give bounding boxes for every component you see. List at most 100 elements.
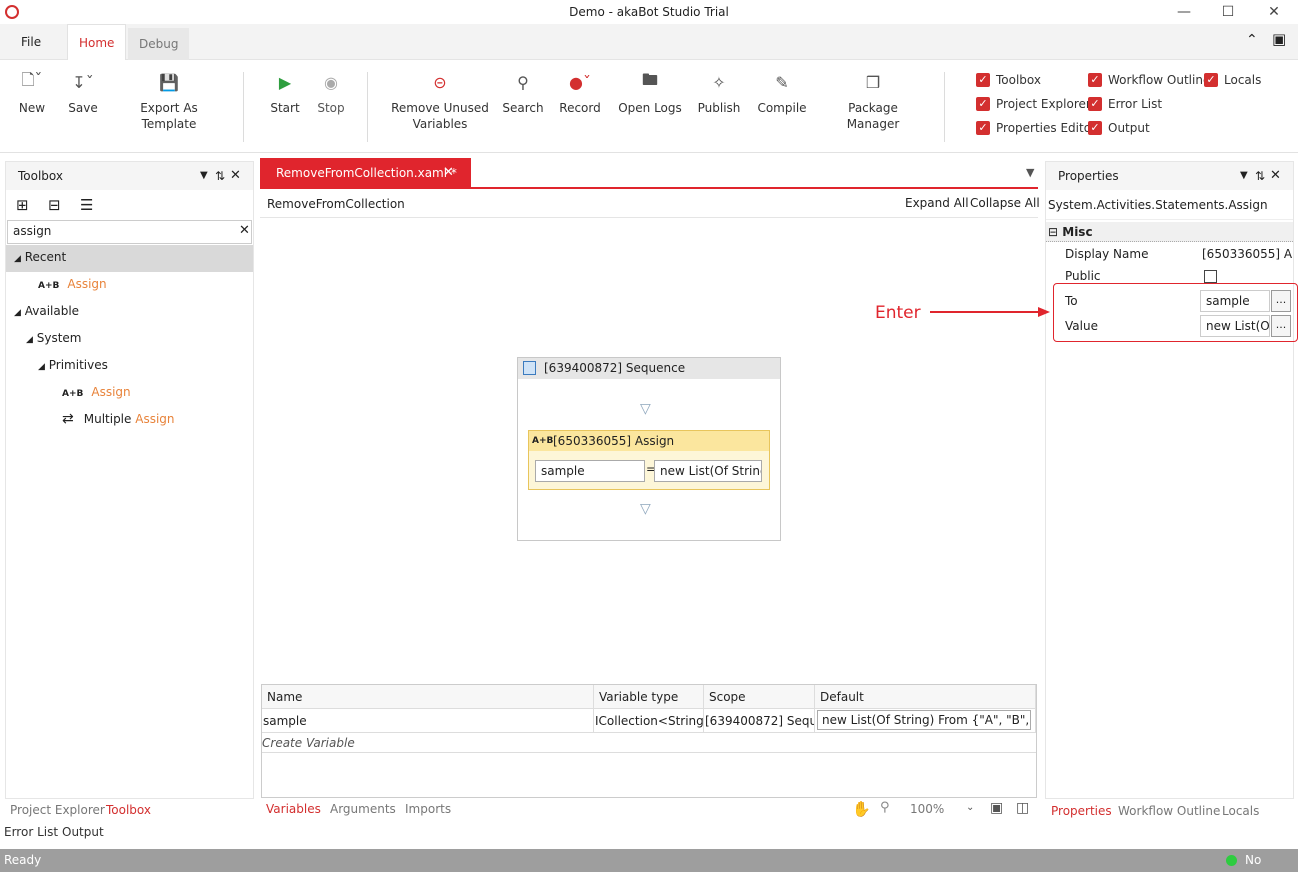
category-misc[interactable]: ⊟ Misc [1046, 222, 1293, 242]
properties-type: System.Activities.Statements.Assign [1046, 190, 1293, 220]
tab-project-explorer[interactable]: Project Explorer [10, 803, 105, 817]
zoom-dropdown-icon[interactable]: ⌄ [966, 802, 974, 813]
stop-button[interactable]: ◉ Stop [312, 68, 350, 116]
close-panel-icon[interactable]: ✕ [230, 162, 241, 190]
collapse-icon: ⊟ [1048, 225, 1059, 239]
tab-file[interactable]: File [10, 24, 52, 60]
toggle-toolbox[interactable]: ✓ Toolbox [976, 71, 1041, 89]
column-header[interactable]: Variable type [594, 685, 704, 709]
tab-error-list[interactable]: Error List [4, 825, 58, 839]
zoom-level[interactable]: 100% [910, 802, 944, 816]
new-file-icon: 🗋ˇ [21, 69, 43, 89]
assign-icon: A+B [532, 436, 554, 446]
tab-debug[interactable]: Debug [128, 28, 190, 60]
variable-scope-cell[interactable]: [639400872] Sequen [704, 709, 815, 733]
fit-to-screen-icon[interactable]: ▣ [990, 800, 1003, 816]
toggle-locals[interactable]: ✓ Locals [1204, 71, 1261, 89]
toolbox-item-assign-recent[interactable]: A+B Assign [6, 272, 253, 299]
expand-all-icon[interactable]: ⊞ [16, 196, 29, 214]
checkbox-checked-icon: ✓ [1088, 121, 1102, 135]
variable-name-cell[interactable]: sample [262, 709, 594, 733]
export-template-button[interactable]: 💾 Export As Template [114, 68, 224, 132]
variable-type-cell[interactable]: ICollection<String> [594, 709, 704, 733]
overview-icon[interactable]: ◫ [1016, 800, 1029, 816]
list-view-icon[interactable]: ☰ [80, 196, 93, 214]
collapse-ribbon-icon[interactable]: ⌃ [1246, 32, 1258, 48]
remove-unused-variables-button[interactable]: ⊝ Remove Unused Variables [390, 68, 490, 132]
toggle-output[interactable]: ✓ Output [1088, 119, 1150, 137]
public-checkbox[interactable] [1204, 270, 1217, 283]
tab-home[interactable]: Home [67, 24, 127, 61]
toggle-project-explorer[interactable]: ✓ Project Explorer [976, 95, 1091, 113]
toolbox-item-multiple-assign[interactable]: ⇄ Multiple Assign [6, 407, 253, 432]
column-header[interactable]: Default [815, 685, 1036, 709]
start-button[interactable]: ▶ Start [266, 68, 304, 116]
tab-properties[interactable]: Properties [1051, 804, 1112, 818]
feedback-icon[interactable]: ▣ [1272, 30, 1286, 48]
publish-button[interactable]: ✧ Publish [697, 68, 741, 116]
collapse-all-icon[interactable]: ⊟ [48, 196, 61, 214]
document-tab[interactable]: RemoveFromCollection.xaml * ✕ [260, 158, 471, 188]
pin-icon[interactable]: ⇅ [1255, 162, 1265, 190]
assign-to-field[interactable]: sample [535, 460, 645, 482]
open-logs-button[interactable]: 🖿 Open Logs [618, 68, 682, 116]
tab-list-dropdown-icon[interactable]: ▼ [1026, 166, 1034, 179]
expand-all-link[interactable]: Expand All [905, 196, 969, 210]
tree-node-available[interactable]: ◢ Available [6, 299, 253, 326]
column-header[interactable]: Scope [704, 685, 815, 709]
compile-button[interactable]: ✎ Compile [757, 68, 807, 116]
record-button[interactable]: ●ˇ Record [558, 68, 602, 116]
stop-icon: ◉ [324, 72, 338, 92]
collapse-all-link[interactable]: Collapse All [970, 196, 1040, 210]
minimize-icon[interactable]: — [1174, 2, 1194, 22]
assign-icon: A+B [38, 281, 60, 291]
close-panel-icon[interactable]: ✕ [1270, 162, 1281, 190]
toolbox-search-input[interactable]: assign ✕ [7, 220, 252, 244]
save-button[interactable]: ↧ˇ Save [64, 68, 102, 116]
tree-node-system[interactable]: ◢ System [6, 326, 253, 353]
tab-imports[interactable]: Imports [405, 802, 451, 816]
folder-icon: 🖿 [641, 69, 658, 89]
tab-locals[interactable]: Locals [1222, 804, 1259, 818]
expanded-triangle-icon: ◢ [14, 254, 21, 264]
highlight-box [1053, 283, 1298, 342]
dropdown-icon[interactable]: ▼ [1240, 162, 1248, 190]
search-icon: ⚲ [517, 72, 529, 92]
toggle-properties-editor[interactable]: ✓ Properties Editor [976, 119, 1096, 137]
hand-pan-icon[interactable]: ✋ [852, 800, 871, 818]
tree-node-primitives[interactable]: ◢ Primitives [6, 353, 253, 380]
new-button[interactable]: 🗋ˇ New [14, 68, 50, 116]
variable-default-cell[interactable]: new List(Of String) From {"A", "B", "C"} [815, 709, 1036, 733]
close-tab-icon[interactable]: ✕ [443, 158, 454, 188]
tab-variables[interactable]: Variables [266, 802, 321, 816]
compile-icon: ✎ [775, 72, 789, 92]
dropdown-icon[interactable]: ▼ [200, 162, 208, 190]
toggle-workflow-outline[interactable]: ✓ Workflow Outline [1088, 71, 1210, 89]
property-display-name: Display Name [650336055] Assi [1046, 242, 1293, 266]
drop-arrow-icon[interactable]: ▽ [640, 501, 651, 517]
display-name-field[interactable]: [650336055] Assi [1202, 242, 1292, 266]
close-icon[interactable]: ✕ [1264, 2, 1284, 22]
tab-output[interactable]: Output [62, 825, 104, 839]
maximize-icon[interactable]: ☐ [1218, 2, 1238, 22]
toolbox-item-assign[interactable]: A+B Assign [6, 380, 253, 407]
assign-value-field[interactable]: new List(Of String) [654, 460, 762, 482]
tab-arguments[interactable]: Arguments [330, 802, 396, 816]
pin-icon[interactable]: ⇅ [215, 162, 225, 190]
toggle-error-list[interactable]: ✓ Error List [1088, 95, 1162, 113]
tab-toolbox[interactable]: Toolbox [106, 803, 151, 817]
clear-search-icon[interactable]: ✕ [239, 223, 250, 238]
drop-arrow-icon[interactable]: ▽ [640, 401, 651, 417]
table-row[interactable]: sample ICollection<String> [639400872] S… [262, 709, 1036, 733]
search-button[interactable]: ⚲ Search [501, 68, 545, 116]
tab-workflow-outline[interactable]: Workflow Outline [1118, 804, 1220, 818]
multiple-assign-icon: ⇄ [62, 411, 74, 427]
breadcrumb[interactable]: RemoveFromCollection [267, 197, 405, 211]
package-manager-button[interactable]: ❒ Package Manager [822, 68, 924, 132]
error-status[interactable]: No Errors [1245, 849, 1298, 895]
tree-node-recent[interactable]: ◢ Recent [6, 245, 253, 272]
assign-activity[interactable]: A+B [650336055] Assign sample = new List… [528, 430, 770, 490]
column-header[interactable]: Name [262, 685, 594, 709]
create-variable-row[interactable]: Create Variable [262, 733, 1036, 753]
zoom-icon[interactable]: ⚲ [880, 800, 890, 815]
